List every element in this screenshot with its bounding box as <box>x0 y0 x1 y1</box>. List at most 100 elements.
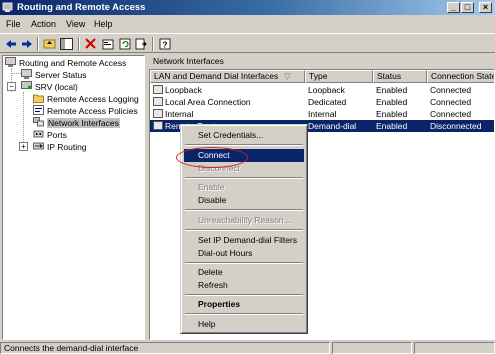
interface-type: Dedicated <box>308 97 347 107</box>
interface-status: Enabled <box>376 97 408 107</box>
server-status-icon <box>21 69 32 79</box>
ports-icon <box>33 129 44 139</box>
menu-file[interactable]: File <box>6 19 21 29</box>
menu-item-unreachability-reason: Unreachability Reason... <box>198 215 291 225</box>
menu-item-help[interactable]: Help <box>184 318 304 331</box>
menu-separator <box>185 313 303 315</box>
menu-item-disable[interactable]: Disable <box>184 194 304 207</box>
status-panel <box>414 342 495 354</box>
export-list-icon[interactable] <box>134 37 147 50</box>
tree-label: SRV (local) <box>35 82 78 92</box>
interface-icon <box>153 97 163 106</box>
delete-icon[interactable] <box>84 37 97 50</box>
menu-item-refresh[interactable]: Refresh <box>184 279 304 292</box>
column-header-status[interactable]: Status <box>373 70 427 83</box>
interface-status: Enabled <box>376 121 408 131</box>
interface-type: Internal <box>308 109 337 119</box>
help-icon[interactable]: ? <box>158 37 171 50</box>
toolbar: ? <box>0 33 495 53</box>
menu-item-set-ip-demand-dial-filters[interactable]: Set IP Demand-dial Filters <box>184 234 304 247</box>
column-header-connection-state[interactable]: Connection State <box>427 70 494 83</box>
svg-text:?: ? <box>162 40 167 49</box>
menu-separator <box>185 209 303 211</box>
table-row[interactable]: Local Area Connection Dedicated Enabled … <box>150 96 494 108</box>
tree-item-root[interactable]: Routing and Remote Access <box>5 57 126 69</box>
column-header-label: LAN and Demand Dial Interfaces <box>154 71 279 81</box>
network-interfaces-icon <box>33 117 44 127</box>
toolbar-separator <box>152 37 154 51</box>
tree-item-ip-routing[interactable]: IP Routing <box>33 141 87 153</box>
console-tree[interactable]: Routing and Remote Access Server Status … <box>2 55 145 340</box>
details-pane-title: Network Interfaces <box>149 55 495 68</box>
interface-status: Enabled <box>376 85 408 95</box>
menu-separator <box>185 144 303 146</box>
window-title: Routing and Remote Access <box>17 2 146 13</box>
tree-item-server-status[interactable]: Server Status <box>21 69 87 81</box>
menu-bar: File Action View Help <box>0 16 495 33</box>
status-panel <box>332 342 412 354</box>
tree-label: Server Status <box>35 70 87 80</box>
table-row[interactable]: Loopback Loopback Enabled Connected <box>150 84 494 96</box>
column-header-name[interactable]: LAN and Demand Dial Interfaces ▽ <box>150 70 305 83</box>
close-button[interactable]: × <box>479 2 492 13</box>
folder-icon <box>33 93 44 103</box>
menu-action[interactable]: Action <box>31 19 56 29</box>
up-folder-icon[interactable] <box>43 37 56 50</box>
rras-app-icon <box>2 2 13 13</box>
tree-label: Ports <box>47 130 67 140</box>
interface-icon <box>153 109 163 118</box>
menu-separator <box>185 294 303 296</box>
menu-view[interactable]: View <box>66 19 85 29</box>
refresh-icon[interactable] <box>118 37 131 50</box>
menu-item-enable: Enable <box>198 182 225 192</box>
forward-arrow-icon[interactable] <box>20 37 33 50</box>
interface-name: Local Area Connection <box>165 97 251 107</box>
toolbar-separator <box>78 37 80 51</box>
expand-toggle[interactable]: + <box>19 142 28 151</box>
interface-status: Enabled <box>376 109 408 119</box>
server-icon <box>21 81 32 91</box>
interface-name: Loopback <box>165 85 202 95</box>
tree-item-remote-access-logging[interactable]: Remote Access Logging <box>33 93 139 105</box>
interface-type: Loopback <box>308 85 345 95</box>
menu-separator <box>185 229 303 231</box>
interface-connection-state: Connected <box>430 109 472 119</box>
maximize-button[interactable]: □ <box>461 2 474 13</box>
tree-item-remote-access-policies[interactable]: Remote Access Policies <box>33 105 138 117</box>
server-root-icon <box>5 57 16 67</box>
menu-item-properties[interactable]: Properties <box>184 298 304 311</box>
menu-separator <box>185 177 303 179</box>
sort-descending-icon: ▽ <box>284 71 291 81</box>
interface-connection-state: Connected <box>430 85 472 95</box>
properties-icon[interactable] <box>101 37 114 50</box>
status-bar: Connects the demand-dial interface <box>0 341 495 354</box>
title-bar[interactable]: Routing and Remote Access _ □ × <box>0 0 495 15</box>
interface-type: Demand-dial <box>308 121 357 131</box>
interface-connection-state: Disconnected <box>430 121 482 131</box>
menu-help[interactable]: Help <box>94 19 113 29</box>
table-row[interactable]: Internal Internal Enabled Connected <box>150 108 494 120</box>
tree-item-srv-local[interactable]: SRV (local) <box>21 81 78 93</box>
tree-label: Routing and Remote Access <box>19 58 127 68</box>
interface-name: Internal <box>165 109 194 119</box>
tree-label: Network Interfaces <box>47 118 120 128</box>
back-arrow-icon[interactable] <box>4 37 17 50</box>
tree-line <box>23 92 24 146</box>
toolbar-separator <box>37 37 39 51</box>
show-hide-tree-icon[interactable] <box>60 37 73 50</box>
status-text: Connects the demand-dial interface <box>0 342 330 354</box>
tree-item-ports[interactable]: Ports <box>33 129 67 141</box>
interface-icon <box>153 85 163 94</box>
tree-label: Remote Access Policies <box>47 106 138 116</box>
interface-connection-state: Connected <box>430 97 472 107</box>
minimize-button[interactable]: _ <box>447 2 460 13</box>
tree-label: Remote Access Logging <box>47 94 139 104</box>
tree-item-network-interfaces[interactable]: Network Interfaces <box>33 117 120 129</box>
column-header-type[interactable]: Type <box>305 70 373 83</box>
menu-item-set-credentials[interactable]: Set Credentials... <box>184 129 304 142</box>
collapse-toggle[interactable]: − <box>7 82 16 91</box>
menu-item-delete[interactable]: Delete <box>184 266 304 279</box>
interface-icon <box>153 121 163 130</box>
menu-separator <box>185 262 303 264</box>
menu-item-dial-out-hours[interactable]: Dial-out Hours <box>184 247 304 260</box>
